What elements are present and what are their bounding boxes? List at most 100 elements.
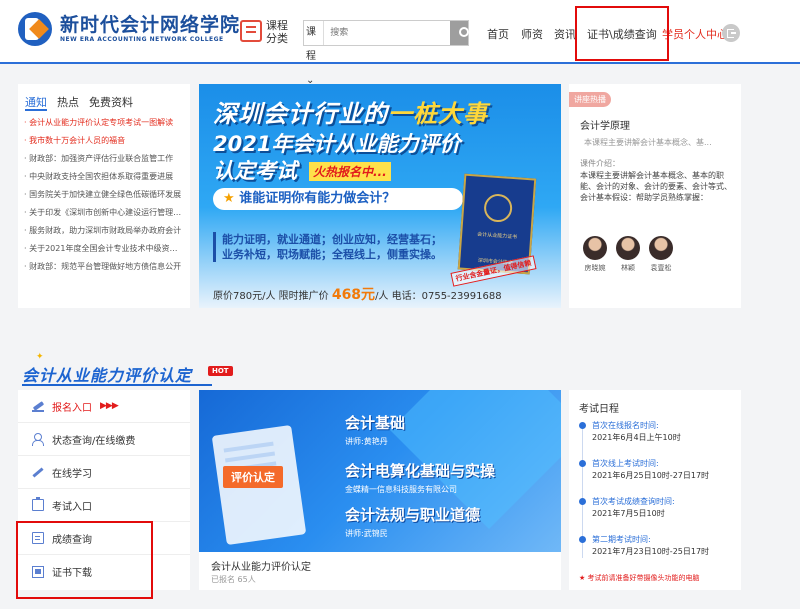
site-logo[interactable]: 新时代会计网络学院 NEW ERA ACCOUNTING NETWORK COL… — [18, 12, 240, 46]
exam-schedule-panel: 考试日程 首次在线报名时间: 2021年6月4日上午10时 首次线上考试时间: … — [569, 390, 741, 590]
schedule-title: 考试日程 — [579, 404, 619, 415]
hot-lecture-panel: 讲座热播 会计学原理 本课程主要讲解会计基本概念、基... 课件介绍： 本课程主… — [569, 84, 741, 308]
banner-price-value: 468元 — [331, 287, 376, 303]
course-name[interactable]: 会计从业能力评价认定 — [211, 558, 311, 573]
course-tag: 评价认定 — [223, 466, 283, 488]
search-bar: 课程⌄ — [303, 20, 470, 86]
schedule-note: ★ 考试前请准备好带摄像头功能的电脑 — [579, 574, 700, 582]
schedule-item: 首次考试成绩查询时间: 2021年7月5日10时 — [579, 496, 739, 520]
highlight-box-nav — [575, 6, 669, 61]
edit-icon — [32, 466, 44, 478]
search-button[interactable] — [450, 21, 470, 45]
banner-price-text: 原价780元/人 限时推广价 — [213, 291, 329, 302]
course-topic-1-teacher: 讲师:黄艳丹 — [345, 437, 388, 446]
nav-teachers[interactable]: 师资 — [521, 26, 543, 42]
sparkle-icon: ✦ — [36, 352, 44, 362]
schedule-item: 首次在线报名时间: 2021年6月4日上午10时 — [579, 420, 739, 444]
section-title: 会计从业能力评价认定 — [22, 366, 193, 385]
menu-label: 考试入口 — [52, 501, 92, 513]
tab-free-materials[interactable]: 免费资料 — [89, 94, 133, 112]
menu-label: 在线学习 — [52, 468, 92, 480]
tab-hot[interactable]: 热点 — [57, 94, 79, 112]
site-header: 新时代会计网络学院 NEW ERA ACCOUNTING NETWORK COL… — [0, 0, 800, 86]
menu-item-exam-entry[interactable]: 考试入口 — [18, 489, 190, 522]
menu-label: 报名入口 — [52, 402, 92, 414]
search-icon — [459, 27, 470, 37]
logo-mark-icon — [18, 12, 52, 46]
course-topic-1: 会计基础 — [345, 414, 406, 432]
list-item[interactable]: · 关于印发《深圳市创新中心建设运行管理办法》 — [24, 206, 184, 224]
teacher-name: 房晓婉 — [584, 264, 606, 272]
course-topic-3-teacher: 讲师:武锦民 — [345, 529, 388, 538]
lecture-tag: 讲座热播 — [569, 92, 611, 107]
logo-title: 新时代会计网络学院 — [60, 14, 241, 36]
triple-arrow-icon: ▶▶▶ — [100, 401, 119, 411]
seal-icon — [483, 193, 514, 223]
course-category-icon[interactable] — [240, 20, 262, 42]
banner-benefits-1: 能力证明，就业通道；创业应知，经营基石； — [222, 233, 442, 246]
notice-list: · 会计从业能力评价认定专项考试一图解读 · 我市数十万会计人员的福音 · 财政… — [18, 112, 190, 278]
course-cover-image: 评价认定 会计基础 讲师:黄艳丹 会计电算化基础与实操 金蝶精一信息科技服务有限… — [199, 390, 561, 552]
timeline-dot — [579, 498, 586, 505]
schedule-item: 首次线上考试时间: 2021年6月25日10时-27日17时 — [579, 458, 739, 482]
nav-news[interactable]: 资讯 — [554, 26, 576, 42]
teacher-name: 袁壹松 — [650, 264, 672, 272]
menu-label: 状态查询/在线缴费 — [52, 435, 136, 447]
teacher-card[interactable]: 房晓婉 — [580, 236, 610, 273]
avatar — [649, 236, 673, 260]
course-category-label[interactable]: 课程分类 — [266, 19, 290, 45]
banner-hot-badge: 火热报名中... — [309, 162, 391, 181]
teacher-card[interactable]: 林颖 — [613, 236, 643, 273]
search-type-select[interactable]: 课程⌄ — [304, 21, 325, 86]
list-item[interactable]: · 我市数十万会计人员的福音 — [24, 134, 184, 152]
teacher-name: 林颖 — [621, 264, 635, 272]
tab-notice[interactable]: 通知 — [25, 94, 47, 111]
banner-line2: 2021年会计从业能力评价 — [213, 132, 461, 156]
schedule-item: 第二期考试时间: 2021年7月23日10时-25日17时 — [579, 534, 739, 558]
timeline-dot — [579, 422, 586, 429]
course-card[interactable]: 评价认定 会计基础 讲师:黄艳丹 会计电算化基础与实操 金蝶精一信息科技服务有限… — [199, 390, 561, 590]
course-enrollment: 已报名 65人 — [211, 575, 256, 584]
highlight-box-menu — [16, 521, 153, 599]
nav-student-center[interactable]: 学员个人中心 — [662, 26, 728, 42]
course-topic-2: 会计电算化基础与实操 — [345, 462, 496, 480]
list-item[interactable]: · 国务院关于加快建立健全绿色低碳循环发展 — [24, 188, 184, 206]
logo-subtitle: NEW ERA ACCOUNTING NETWORK COLLEGE — [60, 36, 224, 43]
banner-line3: 认定考试 — [213, 159, 297, 183]
banner-line1-highlight: 一桩大事 — [388, 100, 488, 128]
lecture-intro: 本课程主要讲解会计基本概念、基本的职能、会计的对象、会计的要素、会计等式、会计基… — [580, 171, 732, 202]
list-item[interactable]: · 财政部：加强资产评估行业联合监管工作 — [24, 152, 184, 170]
banner-benefits-2: 业务补短，职场赋能；全程线上，侧重实操。 — [222, 248, 442, 261]
list-item[interactable]: · 会计从业能力评价认定专项考试一图解读 — [24, 116, 184, 134]
people-icon — [32, 433, 44, 446]
list-item[interactable]: · 财政部：规范平台管理做好地方债信息公开 — [24, 260, 184, 278]
teacher-list: 房晓婉 林颖 袁壹松 — [580, 236, 679, 273]
teacher-card[interactable]: 袁壹松 — [646, 236, 676, 273]
notice-panel: 通知 热点 免费资料 · 会计从业能力评价认定专项考试一图解读 · 我市数十万会… — [18, 84, 190, 308]
menu-item-register[interactable]: 报名入口 ▶▶▶ — [18, 390, 190, 423]
book-title: 会计从业能力证书 — [476, 231, 518, 241]
logout-icon[interactable] — [722, 24, 740, 42]
banner-price-unit: /人 电话：0755-23991688 — [375, 291, 502, 302]
lecture-intro-heading: 课件介绍： — [580, 159, 620, 168]
nav-home[interactable]: 首页 — [487, 26, 509, 42]
search-input[interactable] — [324, 21, 451, 45]
star-icon: ★ — [223, 191, 240, 206]
clipboard-icon — [32, 497, 44, 511]
timeline-dot — [579, 536, 586, 543]
list-item[interactable]: · 服务财政，助力深圳市财政局举办政府会计 — [24, 224, 184, 242]
timeline-dot — [579, 460, 586, 467]
menu-item-online-study[interactable]: 在线学习 — [18, 456, 190, 489]
section-underline — [22, 384, 212, 386]
course-topic-3: 会计法规与职业道德 — [345, 506, 481, 524]
lecture-title[interactable]: 会计学原理 — [580, 117, 630, 132]
list-item[interactable]: · 关于2021年度全国会计专业技术中级资格考试 — [24, 242, 184, 260]
list-item[interactable]: · 中央财政支持全国农担体系取得重要进展 — [24, 170, 184, 188]
banner-line1: 深圳会计行业的 — [213, 100, 388, 128]
course-topic-2-provider: 金蝶精一信息科技服务有限公司 — [345, 485, 457, 494]
promo-banner[interactable]: 深圳会计行业的一桩大事 2021年会计从业能力评价 认定考试 火热报名中... … — [199, 84, 561, 308]
banner-question: 谁能证明你有能力做会计？ — [239, 191, 396, 206]
menu-item-status-payment[interactable]: 状态查询/在线缴费 — [18, 423, 190, 456]
pen-icon — [32, 400, 44, 412]
avatar — [616, 236, 640, 260]
